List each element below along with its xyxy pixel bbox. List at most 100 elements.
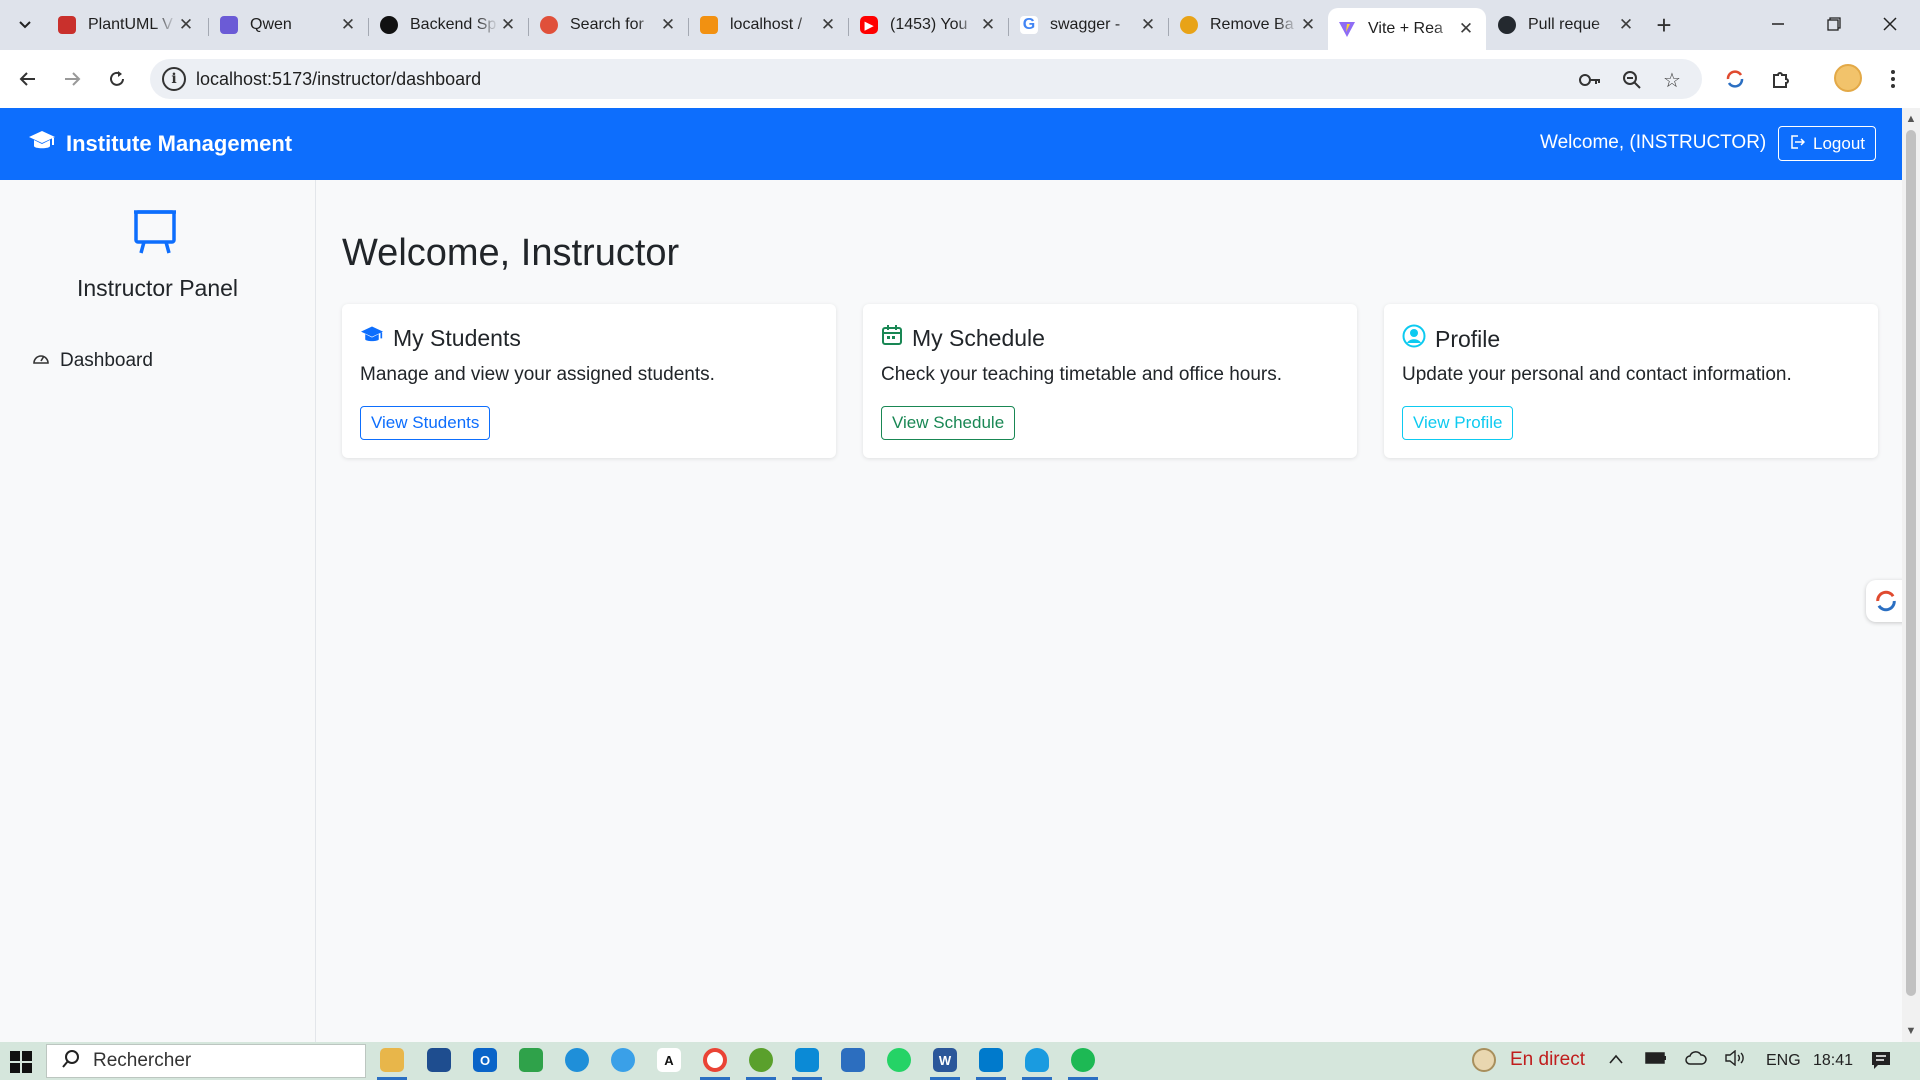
plantuml-icon bbox=[58, 16, 76, 34]
address-bar[interactable]: i localhost:5173/instructor/dashboard ☆ bbox=[150, 59, 1702, 99]
new-tab-button[interactable]: + bbox=[1652, 12, 1676, 38]
url-text[interactable]: localhost:5173/instructor/dashboard bbox=[196, 69, 481, 90]
view-students-button[interactable]: View Students bbox=[360, 406, 491, 440]
browser-tab-active[interactable]: Vite + Rea ✕ bbox=[1328, 8, 1486, 50]
spring-tool-icon[interactable] bbox=[749, 1048, 773, 1072]
scroll-thumb[interactable] bbox=[1906, 130, 1916, 996]
phpmyadmin-icon bbox=[700, 16, 718, 34]
tab-separator bbox=[528, 18, 529, 36]
feather-app-icon[interactable] bbox=[611, 1048, 635, 1072]
tab-title: Search for bbox=[570, 16, 644, 33]
remove-bg-icon bbox=[1180, 16, 1198, 34]
tab-title: Backend Sp bbox=[410, 16, 497, 33]
bookmark-star-icon[interactable]: ☆ bbox=[1660, 68, 1684, 92]
extensions-puzzle-icon[interactable] bbox=[1766, 64, 1796, 94]
browser-tab[interactable]: localhost / ✕ bbox=[690, 8, 848, 42]
close-window-button[interactable] bbox=[1870, 8, 1910, 40]
browser-tab[interactable]: G swagger - ✕ bbox=[1010, 8, 1168, 42]
welcome-user-text: Welcome, (INSTRUCTOR) bbox=[1540, 132, 1767, 153]
vite-icon bbox=[1338, 20, 1356, 38]
sidebar: Instructor Panel Dashboard bbox=[0, 180, 316, 1042]
close-icon[interactable]: ✕ bbox=[1616, 15, 1636, 35]
language-indicator[interactable]: ENG bbox=[1766, 1052, 1801, 1070]
restore-button[interactable] bbox=[1814, 8, 1854, 40]
sidebar-item-dashboard[interactable]: Dashboard bbox=[32, 350, 153, 372]
whatsapp-icon[interactable] bbox=[887, 1048, 911, 1072]
extension-sync-icon bbox=[1876, 590, 1896, 612]
page-scrollbar[interactable]: ▲ ▼ bbox=[1902, 108, 1920, 1042]
card-description: Update your personal and contact informa… bbox=[1402, 364, 1792, 385]
live-news-widget[interactable]: En direct bbox=[1472, 1048, 1585, 1072]
reload-icon bbox=[110, 71, 124, 86]
close-icon[interactable]: ✕ bbox=[498, 15, 518, 35]
view-profile-button[interactable]: View Profile bbox=[1402, 406, 1514, 440]
edge-icon[interactable] bbox=[565, 1048, 589, 1072]
extension-sync-icon[interactable] bbox=[1720, 64, 1750, 94]
classroom-icon[interactable] bbox=[519, 1048, 543, 1072]
windows-start-icon[interactable] bbox=[10, 1051, 32, 1073]
battery-icon[interactable] bbox=[1645, 1050, 1667, 1070]
close-icon[interactable]: ✕ bbox=[658, 15, 678, 35]
card-my-schedule: My Schedule Check your teaching timetabl… bbox=[863, 304, 1357, 458]
speaker-icon[interactable] bbox=[1724, 1049, 1746, 1071]
tab-separator bbox=[1168, 18, 1169, 36]
minimize-button[interactable] bbox=[1758, 8, 1798, 40]
browser-tab[interactable]: Pull reque ✕ bbox=[1488, 8, 1646, 42]
browser-tab[interactable]: ▶ (1453) You ✕ bbox=[850, 8, 1008, 42]
card-title-text: My Schedule bbox=[912, 324, 1045, 351]
forward-button[interactable] bbox=[57, 64, 87, 94]
card-description: Check your teaching timetable and office… bbox=[881, 364, 1282, 385]
browser-tab[interactable]: Search for ✕ bbox=[530, 8, 688, 42]
tab-title: Remove Ba bbox=[1210, 16, 1294, 33]
browser-menu-icon[interactable] bbox=[1878, 64, 1908, 94]
reload-button[interactable] bbox=[102, 64, 132, 94]
teams-like-icon[interactable] bbox=[795, 1048, 819, 1072]
database-app-icon[interactable] bbox=[1025, 1048, 1049, 1072]
word-icon[interactable]: W bbox=[933, 1048, 957, 1072]
chrome-icon[interactable] bbox=[703, 1048, 727, 1072]
browser-tab[interactable]: Remove Ba ✕ bbox=[1170, 8, 1328, 42]
live-label: En direct bbox=[1510, 1049, 1585, 1070]
site-info-icon[interactable]: i bbox=[162, 67, 186, 91]
close-icon[interactable]: ✕ bbox=[818, 15, 838, 35]
card-my-students: My Students Manage and view your assigne… bbox=[342, 304, 836, 458]
password-key-icon[interactable] bbox=[1578, 68, 1602, 92]
vscode-icon[interactable] bbox=[979, 1048, 1003, 1072]
outlook-icon[interactable]: O bbox=[473, 1048, 497, 1072]
store-icon[interactable] bbox=[427, 1048, 451, 1072]
profile-avatar[interactable] bbox=[1834, 64, 1862, 92]
onedrive-cloud-icon[interactable] bbox=[1685, 1050, 1707, 1070]
font-app-icon[interactable]: A bbox=[657, 1048, 681, 1072]
floating-extension-widget[interactable] bbox=[1866, 580, 1906, 622]
view-schedule-button[interactable]: View Schedule bbox=[881, 406, 1016, 440]
search-app-icon bbox=[540, 16, 558, 34]
taskbar-search[interactable]: Rechercher bbox=[46, 1044, 366, 1078]
close-icon[interactable]: ✕ bbox=[978, 15, 998, 35]
back-button[interactable] bbox=[13, 64, 43, 94]
brand[interactable]: Institute Management bbox=[28, 128, 292, 160]
close-icon[interactable]: ✕ bbox=[338, 15, 358, 35]
browser-tab[interactable]: PlantUML V ✕ bbox=[48, 8, 206, 42]
google-icon: G bbox=[1020, 16, 1038, 34]
browser-tab[interactable]: Qwen ✕ bbox=[210, 8, 368, 42]
clock-time[interactable]: 18:41 bbox=[1813, 1052, 1853, 1070]
notifications-icon[interactable] bbox=[1870, 1050, 1892, 1075]
logout-button[interactable]: Logout bbox=[1778, 126, 1876, 161]
zoom-icon[interactable] bbox=[1620, 68, 1644, 92]
file-explorer-icon[interactable] bbox=[380, 1048, 404, 1072]
scroll-down-icon[interactable]: ▼ bbox=[1902, 1022, 1920, 1040]
close-icon[interactable]: ✕ bbox=[176, 15, 196, 35]
browser-tab[interactable]: Backend Sp ✕ bbox=[370, 8, 528, 42]
spotify-icon[interactable] bbox=[1071, 1048, 1095, 1072]
card-profile: Profile Update your personal and contact… bbox=[1384, 304, 1878, 458]
tab-search-button[interactable] bbox=[10, 10, 40, 40]
tab-title: localhost / bbox=[730, 16, 803, 33]
mail-icon[interactable] bbox=[841, 1048, 865, 1072]
close-icon[interactable]: ✕ bbox=[1298, 15, 1318, 35]
tab-separator bbox=[208, 18, 209, 36]
scroll-up-icon[interactable]: ▲ bbox=[1902, 110, 1920, 128]
windows-taskbar: Rechercher O A W En direct ENG 18:41 bbox=[0, 1042, 1920, 1080]
chevron-up-icon[interactable] bbox=[1608, 1050, 1624, 1070]
close-icon[interactable]: ✕ bbox=[1456, 19, 1476, 39]
close-icon[interactable]: ✕ bbox=[1138, 15, 1158, 35]
